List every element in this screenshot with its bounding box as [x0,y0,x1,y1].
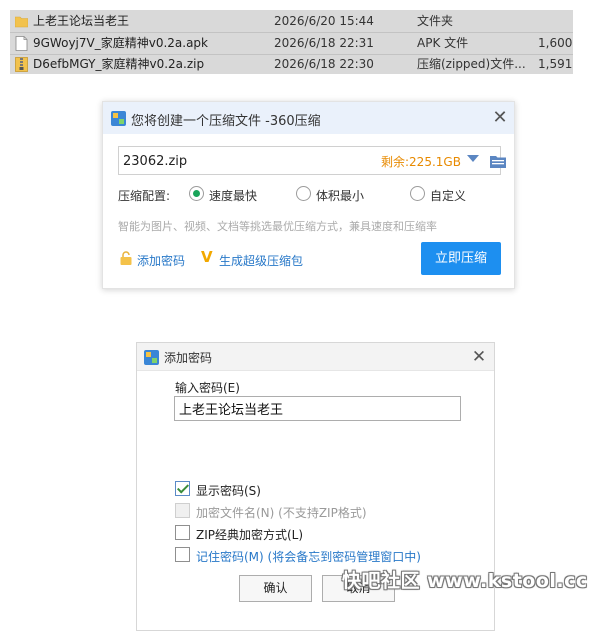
screenshot: 上老王论坛当老王 2026/6/20 15:44 文件夹 9GWoyj7V_家庭… [0,0,604,631]
remember-password-checkbox[interactable] [175,547,190,562]
dialog-title: 您将创建一个压缩文件 -360压缩 [131,114,321,129]
filename-input[interactable] [123,151,353,171]
radio-smallest[interactable] [296,186,311,201]
close-icon[interactable]: ✕ [468,346,490,368]
option-custom-label: 自定义 [430,189,467,203]
password-input-label: 输入密码(E) [175,381,240,395]
file-name: 上老王论坛当老王 [33,14,130,28]
file-type: 文件夹 [417,14,454,28]
dialog-title: 添加密码 [164,351,213,365]
file-type: 压缩(zipped)文件... [417,57,526,71]
compress-dialog: 您将创建一个压缩文件 -360压缩 ✕ 剩余:225.1GB 压缩配置: 速度最… [102,101,515,289]
dialog-titlebar: 您将创建一个压缩文件 -360压缩 ✕ [103,102,514,134]
file-icon [15,36,28,51]
v-badge-icon: V [201,248,213,266]
360zip-logo-icon [111,111,126,126]
close-icon[interactable]: ✕ [489,107,511,129]
file-row[interactable]: 9GWoyj7V_家庭精神v0.2a.apk 2026/6/18 22:31 A… [10,33,573,54]
free-space-label: 剩余:225.1GB [381,155,461,169]
chevron-down-icon[interactable] [467,155,479,162]
super-zip-link[interactable]: 生成超级压缩包 [219,252,303,269]
encrypt-filename-label: 加密文件名(N) (不支持ZIP格式) [196,506,367,520]
file-date: 2026/6/18 22:30 [274,57,374,71]
output-path-box: 剩余:225.1GB [118,146,506,175]
zip-classic-checkbox[interactable] [175,525,190,540]
file-size: 1,591, [538,57,573,71]
option-smallest-label: 体积最小 [316,189,365,203]
file-size: 1,600, [538,36,573,50]
radio-fastest[interactable] [189,186,204,201]
add-password-link[interactable]: 添加密码 [137,252,185,269]
radio-custom[interactable] [410,186,425,201]
compression-hint: 智能为图片、视频、文档等挑选最优压缩方式，兼具速度和压缩率 [118,220,437,233]
file-name: D6efbMGY_家庭精神v0.2a.zip [33,57,205,71]
option-fastest-label: 速度最快 [209,189,258,203]
lock-icon [120,251,132,265]
file-row[interactable]: 上老王论坛当老王 2026/6/20 15:44 文件夹 [10,11,573,32]
compress-now-button[interactable]: 立即压缩 [421,242,501,275]
show-password-label: 显示密码(S) [196,484,261,498]
360zip-logo-icon [144,350,159,365]
file-date: 2026/6/20 15:44 [274,14,374,28]
zip-file-icon [15,57,28,72]
file-type: APK 文件 [417,36,469,50]
ok-button[interactable]: 确认 [239,575,312,602]
show-password-checkbox[interactable] [175,481,190,496]
file-row[interactable]: D6efbMGY_家庭精神v0.2a.zip 2026/6/18 22:30 压… [10,54,573,75]
file-date: 2026/6/18 22:31 [274,36,374,50]
file-list: 上老王论坛当老王 2026/6/20 15:44 文件夹 9GWoyj7V_家庭… [10,10,573,74]
encrypt-filename-checkbox[interactable] [175,503,190,518]
file-name: 9GWoyj7V_家庭精神v0.2a.apk [33,36,208,50]
folder-icon [15,16,28,28]
dialog-titlebar: 添加密码 ✕ [137,343,494,371]
remember-password-label[interactable]: 记住密码(M) (将会备忘到密码管理窗口中) [196,548,421,565]
browse-folder-icon[interactable] [490,154,506,168]
zip-classic-label: ZIP经典加密方式(L) [196,528,304,542]
password-input[interactable] [174,396,461,421]
watermark: 快吧社区 www.kstool.cc [342,570,588,592]
config-label: 压缩配置: [118,189,171,203]
